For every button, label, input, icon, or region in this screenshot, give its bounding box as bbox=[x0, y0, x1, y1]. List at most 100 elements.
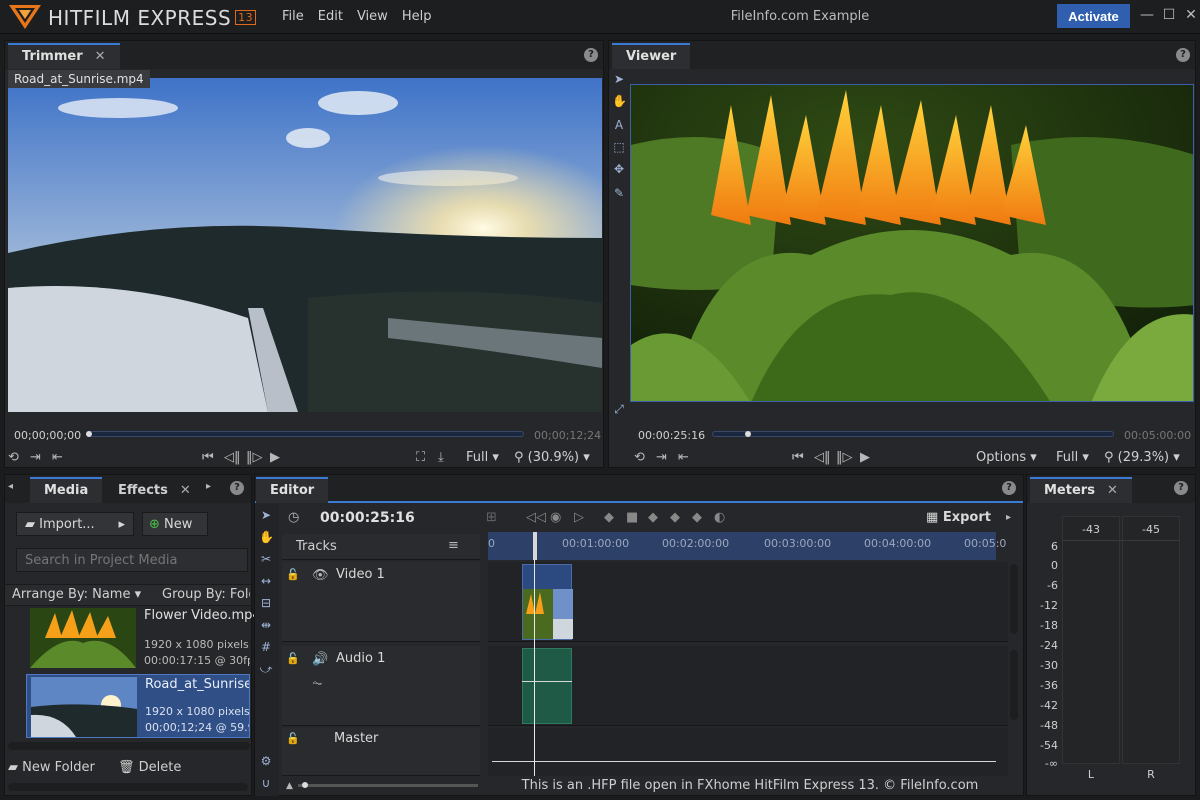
overlay-icon[interactable]: ⇤ bbox=[52, 450, 63, 465]
insert-icon[interactable]: ⇥ bbox=[656, 450, 667, 465]
speaker-icon[interactable]: 🔊 bbox=[312, 652, 328, 667]
timeline-zoom-slider[interactable] bbox=[298, 784, 478, 787]
magnet-icon[interactable]: ∪ bbox=[259, 776, 273, 790]
record-keyframe-icon[interactable]: ◉ bbox=[550, 510, 561, 525]
help-icon[interactable]: ? bbox=[1176, 48, 1190, 62]
media-horizontal-scrollbar[interactable] bbox=[8, 742, 250, 750]
anchor-tool-icon[interactable]: ✥ bbox=[612, 162, 626, 176]
overlay-icon[interactable]: ⇤ bbox=[678, 450, 689, 465]
tab-editor[interactable]: Editor bbox=[256, 477, 329, 503]
lock-icon[interactable]: 🔓 bbox=[286, 732, 300, 745]
step-back-icon[interactable]: ◁‖ bbox=[224, 450, 241, 465]
viewer-playhead-knob[interactable] bbox=[745, 431, 751, 437]
export-button[interactable]: ▦ Export bbox=[926, 510, 991, 525]
hand-tool-icon[interactable]: ✋ bbox=[612, 94, 627, 108]
prev-keyframe-icon[interactable]: ◁◁ bbox=[526, 510, 546, 525]
new-button[interactable]: ⊕ New bbox=[142, 512, 208, 536]
slip-tool-icon[interactable]: ↔ bbox=[259, 574, 273, 588]
snapshot-icon[interactable]: ⛶ bbox=[416, 450, 425, 465]
next-keyframe-icon[interactable]: ▷ bbox=[574, 510, 584, 525]
video-lane-scrollbar[interactable] bbox=[1010, 564, 1018, 634]
viewer-options-dropdown[interactable]: Options ▾ bbox=[976, 450, 1037, 465]
tab-scroll-right-icon[interactable]: ▸ bbox=[206, 481, 211, 492]
media-item-selected[interactable]: Road_at_Sunrise.m 1920 x 1080 pixels 00;… bbox=[26, 674, 250, 738]
playhead-handle[interactable] bbox=[533, 532, 537, 560]
editor-timecode[interactable]: 00:00:25:16 bbox=[320, 510, 415, 526]
media-bottom-scrollbar[interactable] bbox=[8, 783, 248, 791]
help-icon[interactable]: ? bbox=[1002, 481, 1016, 495]
help-icon[interactable]: ? bbox=[230, 481, 244, 495]
ripple-tool-icon[interactable]: ⊟ bbox=[259, 596, 273, 610]
close-icon[interactable]: ✕ bbox=[1178, 4, 1200, 26]
play-icon[interactable]: ▶ bbox=[860, 450, 870, 465]
pen-tool-icon[interactable]: ✎ bbox=[612, 186, 626, 200]
viewer-zoom-dropdown[interactable]: ⚲ (29.3%) ▾ bbox=[1104, 450, 1180, 465]
delete-keyframe-icon[interactable]: ◐ bbox=[714, 510, 725, 525]
zoom-out-icon[interactable]: ▲ bbox=[286, 781, 293, 791]
menu-help[interactable]: Help bbox=[402, 9, 432, 24]
tab-effects[interactable]: Effects ✕ bbox=[104, 477, 205, 503]
help-icon[interactable]: ? bbox=[1174, 481, 1188, 495]
razor-tool-icon[interactable]: ✂ bbox=[259, 552, 273, 566]
tab-meters[interactable]: Meters ✕ bbox=[1030, 477, 1132, 503]
skip-start-icon[interactable]: ⏮ bbox=[202, 450, 214, 465]
group-dropdown[interactable]: Group By: Fold bbox=[162, 587, 250, 602]
step-forward-icon[interactable]: ‖▷ bbox=[836, 450, 853, 465]
step-back-icon[interactable]: ◁‖ bbox=[814, 450, 831, 465]
activate-button[interactable]: Activate bbox=[1057, 4, 1130, 28]
hamburger-menu-icon[interactable]: ≡ bbox=[448, 538, 459, 553]
close-tab-icon[interactable]: ✕ bbox=[1107, 483, 1118, 498]
viewer-quality-dropdown[interactable]: Full ▾ bbox=[1056, 450, 1089, 465]
audio-lane-scrollbar[interactable] bbox=[1010, 650, 1018, 720]
ease-keyframe-icon[interactable]: ◆ bbox=[692, 510, 702, 525]
lock-icon[interactable]: 🔓 bbox=[286, 652, 300, 665]
linear-keyframe-icon[interactable]: ◆ bbox=[648, 510, 658, 525]
trimmer-quality-dropdown[interactable]: Full ▾ bbox=[466, 450, 499, 465]
media-item[interactable]: Flower Video.mp4 1920 x 1080 pixels 00:0… bbox=[26, 608, 261, 670]
help-icon[interactable]: ? bbox=[584, 48, 598, 62]
close-tab-icon[interactable]: ✕ bbox=[180, 483, 191, 498]
trimmer-scrub-bar[interactable] bbox=[86, 431, 524, 437]
loop-icon[interactable]: ⟲ bbox=[8, 450, 19, 465]
download-icon[interactable]: ⤓ bbox=[438, 450, 444, 465]
eye-icon[interactable]: 👁 bbox=[312, 568, 329, 583]
roll-tool-icon[interactable]: ⇹ bbox=[259, 618, 273, 632]
add-track-icon[interactable]: ⊞ bbox=[486, 510, 497, 525]
trimmer-zoom-dropdown[interactable]: ⚲ (30.9%) ▾ bbox=[514, 450, 590, 465]
link-tool-icon[interactable]: ⤻ bbox=[259, 662, 273, 676]
close-tab-icon[interactable]: ✕ bbox=[95, 49, 106, 64]
menu-file[interactable]: File bbox=[282, 9, 304, 24]
menu-edit[interactable]: Edit bbox=[318, 9, 343, 24]
text-tool-icon[interactable]: A bbox=[612, 118, 626, 132]
lock-icon[interactable]: 🔓 bbox=[286, 568, 300, 581]
playhead-line[interactable] bbox=[534, 560, 535, 776]
audio-clip[interactable] bbox=[522, 648, 572, 724]
tab-media[interactable]: Media bbox=[30, 477, 103, 503]
select-tool-icon[interactable]: ➤ bbox=[612, 72, 626, 86]
trimmer-playhead-knob[interactable] bbox=[86, 431, 92, 437]
video-clip[interactable] bbox=[522, 564, 573, 640]
arrange-dropdown[interactable]: Arrange By: Name ▾ bbox=[12, 587, 141, 602]
fit-view-icon[interactable]: ⤢ bbox=[612, 402, 626, 416]
tab-scroll-left-icon[interactable]: ◂ bbox=[8, 481, 13, 492]
settings-gear-icon[interactable]: ⚙ bbox=[259, 754, 273, 768]
snap-tool-icon[interactable]: # bbox=[259, 640, 273, 654]
media-search-input[interactable] bbox=[16, 548, 248, 572]
timeline-zoom-knob[interactable] bbox=[302, 782, 308, 788]
new-folder-button[interactable]: ▰ New Folder bbox=[8, 760, 95, 775]
smooth-keyframe-icon[interactable]: ◆ bbox=[670, 510, 680, 525]
keyframe-icon[interactable]: ◆ bbox=[604, 510, 614, 525]
hold-keyframe-icon[interactable]: ■ bbox=[626, 510, 638, 525]
tab-viewer[interactable]: Viewer bbox=[612, 43, 691, 69]
chevron-right-icon[interactable]: ▸ bbox=[1006, 512, 1011, 523]
select-tool-icon[interactable]: ➤ bbox=[259, 508, 273, 522]
import-button[interactable]: ▰ Import... ▸ bbox=[16, 512, 134, 536]
step-forward-icon[interactable]: ‖▷ bbox=[246, 450, 263, 465]
skip-start-icon[interactable]: ⏮ bbox=[792, 450, 804, 465]
waveform-icon[interactable]: ⏦ bbox=[312, 676, 323, 691]
play-icon[interactable]: ▶ bbox=[270, 450, 280, 465]
menu-view[interactable]: View bbox=[357, 9, 388, 24]
loop-icon[interactable]: ⟲ bbox=[634, 450, 645, 465]
delete-button[interactable]: 🗑 Delete bbox=[118, 760, 181, 775]
viewer-scrub-bar[interactable] bbox=[712, 431, 1114, 437]
